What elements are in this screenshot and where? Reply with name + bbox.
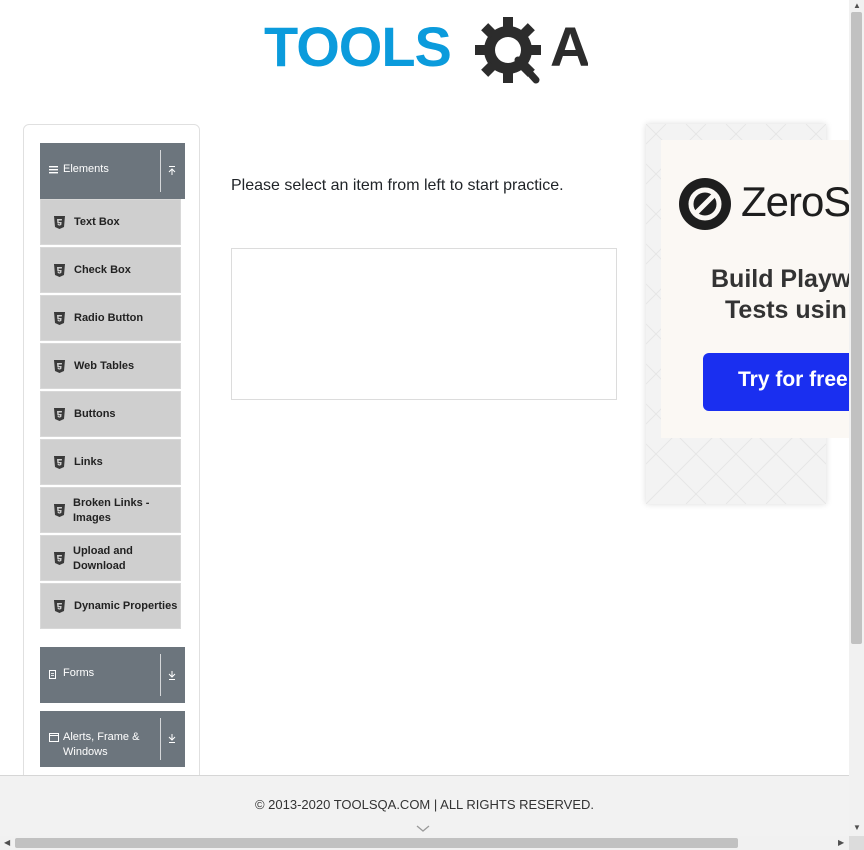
practice-prompt: Please select an item from left to start… [231, 177, 564, 194]
scrollbar-corner [849, 836, 864, 850]
html5-icon [54, 264, 65, 277]
sidebar-item-links[interactable]: Links [40, 439, 181, 485]
window-icon [49, 733, 59, 745]
logo-text-a: A [550, 16, 588, 78]
sidebar-item-web-tables[interactable]: Web Tables [40, 343, 181, 389]
sidebar-item-radio-button[interactable]: Radio Button [40, 295, 181, 341]
ad-headline-line2: Tests usin [725, 296, 847, 324]
zerostep-logo-icon [679, 178, 731, 235]
group-alerts-label-line2: Windows [63, 746, 108, 758]
sidebar-item-label: Upload and [73, 545, 133, 557]
gear-magnifier-icon [475, 17, 541, 84]
group-forms-label: Forms [63, 667, 95, 679]
content-panel [231, 248, 617, 400]
sidebar-item-dynamic-properties[interactable]: Dynamic Properties [40, 583, 181, 629]
sidebar-item-label: Check Box [74, 264, 131, 276]
ad-headline: Build Playw Tests usin [711, 264, 851, 326]
scroll-right-arrow-icon[interactable]: ▶ [838, 839, 844, 847]
ad-try-button[interactable]: Try for free [703, 353, 864, 411]
sidebar-item-label-line2: Images [73, 512, 111, 524]
sidebar-item-upload-download[interactable]: Upload and Download [40, 535, 181, 581]
logo-text-tools: TOOLS [264, 16, 451, 78]
group-divider [160, 150, 161, 192]
sidebar-item-label-line2: Download [73, 560, 126, 572]
group-forms-header[interactable]: Forms [40, 647, 185, 703]
collapse-arrow-icon[interactable] [167, 165, 177, 177]
sidebar-item-label: Text Box [74, 216, 120, 228]
document-icon [49, 670, 57, 682]
html5-icon [54, 360, 65, 373]
expand-arrow-icon[interactable] [167, 732, 177, 744]
group-alerts-label: Alerts, Frame & [63, 731, 140, 743]
sidebar-item-broken-links-images[interactable]: Broken Links - Images [40, 487, 181, 533]
sidebar-item-label: Buttons [74, 408, 116, 420]
ad-headline-line1: Build Playw [711, 265, 852, 293]
group-divider [160, 718, 161, 760]
hamburger-icon [49, 165, 58, 177]
sidebar-item-label: Dynamic Properties [74, 600, 178, 612]
scroll-down-arrow-icon[interactable]: ▼ [853, 824, 861, 832]
footer-copyright: © 2013-2020 TOOLSQA.COM | ALL RIGHTS RES… [254, 797, 595, 812]
html5-icon [54, 216, 65, 229]
sidebar-item-label: Links [74, 456, 103, 468]
sidebar-item-label: Radio Button [74, 312, 144, 324]
html5-icon [54, 504, 65, 517]
sidebar-item-label: Web Tables [74, 360, 135, 372]
sidebar-item-buttons[interactable]: Buttons [40, 391, 181, 437]
html5-icon [54, 600, 65, 613]
html5-icon [54, 312, 65, 325]
group-elements-label: Elements [63, 163, 109, 175]
sidebar-item-check-box[interactable]: Check Box [40, 247, 181, 293]
sidebar-item-label: Broken Links - [73, 497, 150, 509]
scroll-up-arrow-icon[interactable]: ▲ [853, 2, 861, 10]
group-elements-header[interactable]: Elements [40, 143, 185, 199]
horizontal-scrollbar-thumb[interactable] [15, 838, 738, 848]
ad-brand-name: ZeroS [741, 178, 851, 225]
html5-icon [54, 408, 65, 421]
html5-icon [54, 456, 65, 469]
group-divider [160, 654, 161, 696]
scroll-left-arrow-icon[interactable]: ◀ [4, 839, 10, 847]
toolsqa-logo[interactable]: TOOLS A [264, 15, 590, 90]
vertical-scrollbar-thumb[interactable] [851, 12, 862, 644]
sidebar-item-text-box[interactable]: Text Box [40, 199, 181, 245]
group-alerts-frame-windows-header[interactable]: Alerts, Frame & Windows [40, 711, 185, 767]
html5-icon [54, 552, 65, 565]
expand-arrow-icon[interactable] [167, 669, 177, 681]
